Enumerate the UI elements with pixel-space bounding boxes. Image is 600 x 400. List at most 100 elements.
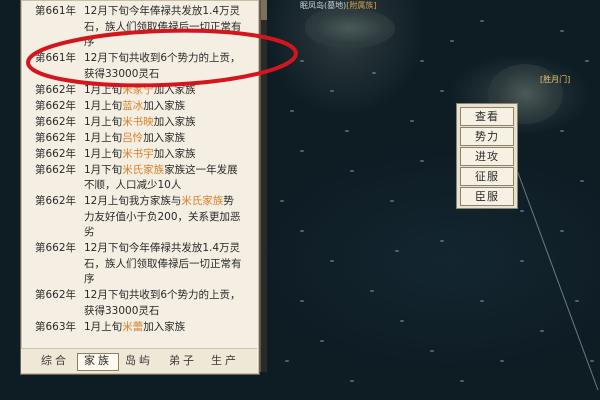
- log-entry-line: 12月下旬今年俸禄共发放1.4万灵: [84, 241, 254, 257]
- log-entry-line: 12月下旬共收到6个势力的上贡，: [84, 51, 254, 67]
- log-entry: 第661年 12月下旬今年俸禄共发放1.4万灵石，族人们领取俸禄后一切正常有序: [22, 4, 258, 51]
- log-text-segment: 12月下旬今年俸禄共发放1.4万灵: [84, 5, 241, 17]
- log-text-segment: 石，族人们领取俸禄后一切正常有: [84, 257, 242, 270]
- log-entry-line: 不顺，人口减少10人: [84, 178, 254, 194]
- highlighted-name[interactable]: 米氏家族: [122, 164, 164, 176]
- log-entry: 第662年 12月下旬今年俸禄共发放1.4万灵 石，族人们领取俸禄后一切正常有序: [22, 241, 258, 288]
- map-speck: [420, 160, 424, 162]
- map-speck: [540, 330, 544, 332]
- log-tab-bar: 综合 家族 岛屿 弟子 生产: [21, 348, 257, 373]
- map-speck: [440, 90, 444, 92]
- log-entry-year: 第662年: [35, 289, 77, 301]
- tab-0[interactable]: 综合: [35, 353, 75, 369]
- map-speck: [430, 350, 434, 352]
- highlighted-name[interactable]: 米家宁: [122, 84, 154, 96]
- log-entry-year: 第661年: [35, 5, 77, 17]
- map-speck: [390, 200, 394, 202]
- log-text-segment: 1月上旬: [84, 83, 123, 96]
- log-entry: 第662年 1月上旬米家宁加入家族: [22, 83, 258, 99]
- tab-1[interactable]: 家族: [77, 353, 119, 371]
- highlighted-name[interactable]: 米书宇: [122, 148, 154, 160]
- log-entry-line: 1月下旬米氏家族家族这一年发展: [84, 163, 254, 179]
- map-speck: [300, 150, 304, 152]
- log-entry: 第662年 1月上旬蓝冰加入家族: [22, 99, 258, 115]
- map-speck: [440, 240, 444, 242]
- log-text-segment: 加入家族: [143, 99, 186, 112]
- highlighted-name[interactable]: 米蕾: [122, 321, 143, 333]
- log-entry-year: 第662年: [35, 147, 77, 160]
- map-speck: [300, 300, 304, 302]
- log-entry-text: 12月下旬今年俸禄共发放1.4万灵石，族人们领取俸禄后一切正常有序: [84, 4, 254, 51]
- map-speck: [350, 380, 354, 382]
- log-text-segment: 加入家族: [143, 320, 186, 333]
- map-speck: [400, 320, 404, 322]
- log-entry-line: 1月上旬米家宁加入家族: [84, 83, 254, 99]
- log-entry-line: 12月下旬今年俸禄共发放1.4万灵: [84, 4, 254, 20]
- highlighted-name[interactable]: 吕怜: [122, 132, 143, 144]
- event-log-panel[interactable]: 第661年 12月下旬今年俸禄共发放1.4万灵 石，族人们领取俸禄后一切正常有序第6…: [21, 0, 259, 374]
- map-speck: [345, 130, 349, 132]
- log-text-segment: 获得33000灵石: [84, 67, 160, 80]
- tab-2[interactable]: 岛屿: [119, 353, 159, 369]
- log-entry-year: 第663年: [35, 320, 77, 333]
- map-speck: [330, 90, 334, 92]
- log-text-segment: 劣: [84, 226, 95, 238]
- map-speck: [372, 72, 376, 74]
- log-entry-line: 1月上旬米书宇加入家族: [84, 147, 254, 163]
- highlighted-name[interactable]: 米书映: [122, 116, 154, 128]
- context-menu-item-0[interactable]: 查看: [460, 107, 514, 126]
- context-menu-item-3[interactable]: 征服: [460, 167, 514, 186]
- log-entry-text: 1月上旬米家宁加入家族: [84, 83, 254, 99]
- log-text-segment: 序: [84, 273, 95, 285]
- log-text-segment: 1月上旬: [84, 147, 123, 160]
- log-entry-text: 12月下旬共收到6个势力的上贡， 获得33000灵石: [84, 288, 254, 319]
- log-text-segment: 家族这一年发展: [164, 163, 238, 176]
- map-speck: [590, 360, 594, 362]
- log-entry-line: 劣: [84, 225, 254, 241]
- map-speck: [300, 60, 304, 62]
- map-speck: [575, 300, 579, 302]
- context-menu-item-2[interactable]: 进攻: [460, 147, 514, 166]
- highlighted-name[interactable]: 米氏家族: [181, 195, 223, 207]
- log-text-segment: 不顺，人口减少10人: [84, 179, 182, 191]
- log-text-segment: 序: [84, 36, 95, 48]
- log-entry-line: 获得33000灵石: [84, 67, 254, 83]
- tab-4[interactable]: 生产: [205, 353, 245, 369]
- log-entry-text: 1月上旬米书映加入家族: [84, 115, 254, 131]
- log-text-segment: 12月下旬共收到6个势力的上贡，: [84, 52, 241, 64]
- log-scroll-thumb[interactable]: [261, 0, 267, 20]
- map-speck: [480, 300, 484, 302]
- map-speck: [580, 180, 584, 182]
- map-speck: [350, 170, 354, 172]
- log-text-segment: 12月下旬共收到6个势力的上贡，: [84, 289, 241, 301]
- context-menu-item-4[interactable]: 臣服: [460, 187, 514, 206]
- context-menu-item-1[interactable]: 势力: [460, 127, 514, 146]
- highlighted-name[interactable]: 蓝冰: [122, 100, 143, 112]
- log-entry: 第662年 1月下旬米氏家族家族这一年发展 不顺，人口减少10人: [22, 163, 258, 194]
- log-entry-year: 第662年: [35, 83, 77, 96]
- log-entry-year: 第662年: [35, 131, 77, 144]
- log-text-segment: 力友好值小于负200，关系更加恶: [84, 210, 241, 223]
- log-entry-year: 第662年: [35, 163, 77, 176]
- log-entry-year: 第662年: [35, 115, 77, 128]
- map-speck: [460, 380, 464, 382]
- log-text-segment: 加入家族: [153, 147, 196, 160]
- log-text-segment: 加入家族: [143, 131, 186, 144]
- log-text-segment: 1月下旬: [84, 163, 123, 176]
- map-speck: [450, 40, 454, 42]
- map-speck: [280, 200, 284, 202]
- log-entry-line: 1月上旬蓝冰加入家族: [84, 99, 254, 115]
- log-entry-line: 石，族人们领取俸禄后一切正常有: [84, 20, 254, 36]
- tab-3[interactable]: 弟子: [163, 353, 203, 369]
- log-scrollbar[interactable]: [260, 0, 267, 372]
- map-speck: [520, 210, 524, 212]
- log-entry-line: 序: [84, 35, 254, 51]
- log-entry-line: 力友好值小于负200，关系更加恶: [84, 210, 254, 226]
- map-speck: [410, 120, 414, 122]
- log-entry-text: 1月上旬米书宇加入家族: [84, 147, 254, 163]
- log-entry-text: 1月上旬蓝冰加入家族: [84, 99, 254, 115]
- map-speck: [420, 60, 424, 62]
- faction-context-menu: 查看 势力 进攻 征服 臣服: [456, 103, 518, 209]
- log-entry-line: 12月下旬共收到6个势力的上贡，: [84, 288, 254, 304]
- log-entry-text: 1月上旬米蕾加入家族: [84, 320, 254, 336]
